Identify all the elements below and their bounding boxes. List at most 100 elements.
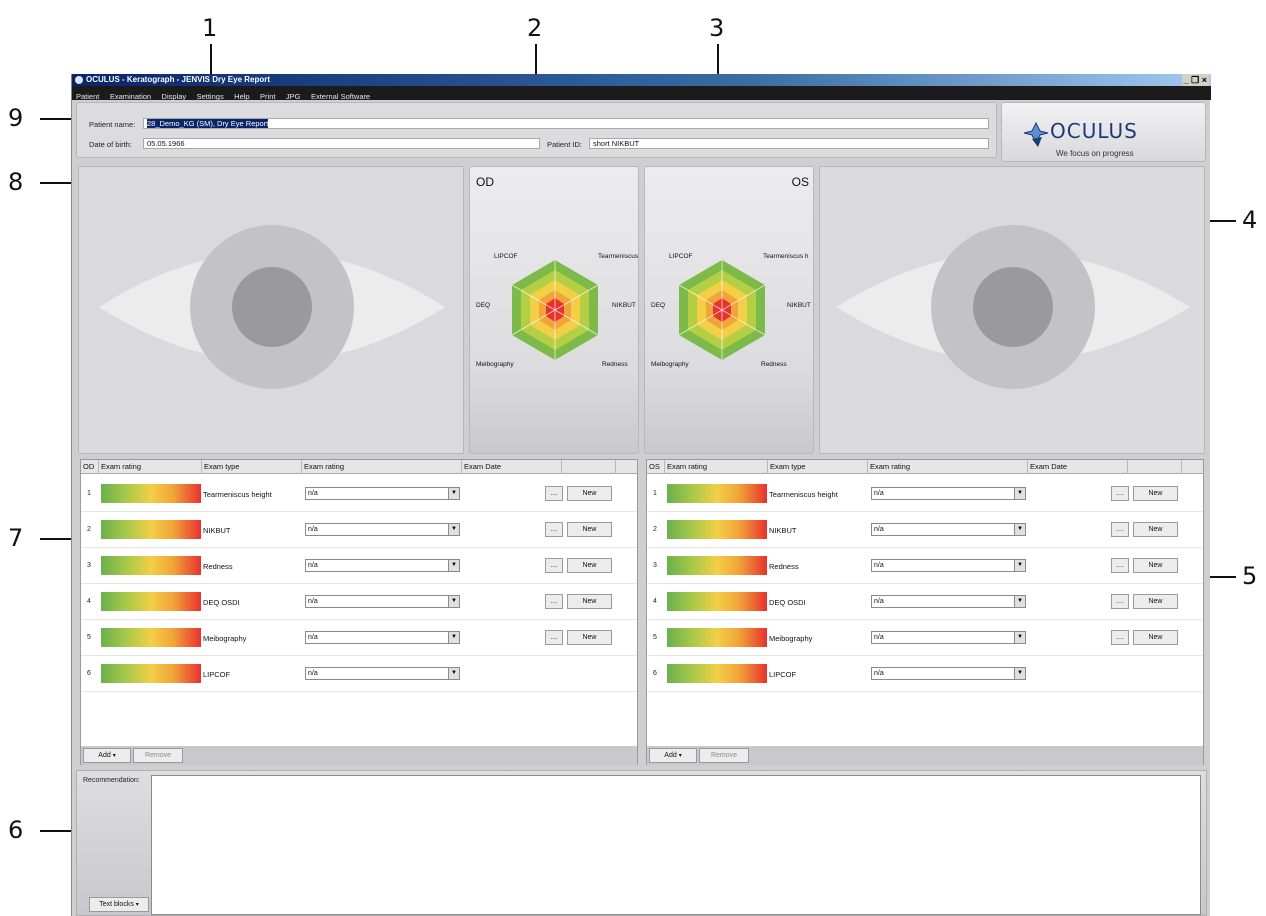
browse-button[interactable]: ... xyxy=(545,486,563,501)
radar-os-chart xyxy=(678,260,766,360)
exam-rating-select[interactable]: n/a ▼ xyxy=(871,595,1026,608)
col-exam-rating[interactable]: Exam rating xyxy=(665,460,768,474)
dropdown-arrow-icon[interactable]: ▼ xyxy=(448,524,459,535)
select-value: n/a xyxy=(874,526,884,533)
recommendation-textarea[interactable] xyxy=(151,775,1201,915)
dropdown-arrow-icon[interactable]: ▼ xyxy=(1014,668,1025,679)
browse-button[interactable]: ... xyxy=(1111,594,1129,609)
table-row[interactable]: 1 Tearmeniscus height n/a ▼ ... New xyxy=(647,476,1203,512)
table-row[interactable]: 6 LIPCOF n/a ▼ xyxy=(81,656,637,692)
new-button[interactable]: New xyxy=(567,486,612,501)
table-row[interactable]: 1 Tearmeniscus height n/a ▼ ... New xyxy=(81,476,637,512)
exam-rating-select[interactable]: n/a ▼ xyxy=(871,559,1026,572)
browse-button[interactable]: ... xyxy=(1111,486,1129,501)
patient-id-field[interactable]: short NIKBUT xyxy=(589,138,989,149)
col-exam-date[interactable]: Exam Date xyxy=(1028,460,1128,474)
exam-rating-select[interactable]: n/a ▼ xyxy=(305,631,460,644)
exam-rating-select[interactable]: n/a ▼ xyxy=(305,487,460,500)
exam-type: Meibography xyxy=(769,634,813,643)
col-actions[interactable] xyxy=(562,460,616,474)
new-button[interactable]: New xyxy=(567,522,612,537)
rating-bar xyxy=(667,484,767,503)
patient-name-field[interactable]: 28_Demo_KG (SM), Dry Eye Report xyxy=(143,118,989,129)
dropdown-arrow-icon[interactable]: ▼ xyxy=(1014,596,1025,607)
col-exam-type[interactable]: Exam type xyxy=(768,460,868,474)
dropdown-arrow-icon[interactable]: ▼ xyxy=(448,560,459,571)
new-button[interactable]: New xyxy=(567,594,612,609)
row-number: 1 xyxy=(653,490,657,497)
browse-button[interactable]: ... xyxy=(1111,522,1129,537)
dropdown-arrow-icon[interactable]: ▼ xyxy=(448,596,459,607)
rating-bar xyxy=(667,628,767,647)
dropdown-arrow-icon[interactable]: ▼ xyxy=(1014,488,1025,499)
chevron-down-icon[interactable]: ▾ xyxy=(679,753,682,759)
exam-rating-select[interactable]: n/a ▼ xyxy=(871,631,1026,644)
dob-field[interactable]: 05.05.1966 xyxy=(143,138,540,149)
col-exam-rating-2[interactable]: Exam rating xyxy=(868,460,1028,474)
row-number: 5 xyxy=(653,634,657,641)
exam-rating-select[interactable]: n/a ▼ xyxy=(871,667,1026,680)
col-actions[interactable] xyxy=(1128,460,1182,474)
dropdown-arrow-icon[interactable]: ▼ xyxy=(1014,560,1025,571)
callout-3: 3 xyxy=(709,14,725,42)
browse-button[interactable]: ... xyxy=(545,522,563,537)
new-button[interactable]: New xyxy=(1133,630,1178,645)
dropdown-arrow-icon[interactable]: ▼ xyxy=(448,668,459,679)
new-button[interactable]: New xyxy=(567,630,612,645)
exam-rating-select[interactable]: n/a ▼ xyxy=(871,523,1026,536)
new-button[interactable]: New xyxy=(1133,486,1178,501)
remove-button[interactable]: Remove xyxy=(699,748,749,763)
dropdown-arrow-icon[interactable]: ▼ xyxy=(448,632,459,643)
chevron-down-icon[interactable]: ▾ xyxy=(113,753,116,759)
select-value: n/a xyxy=(308,562,318,569)
exam-rating-select[interactable]: n/a ▼ xyxy=(305,559,460,572)
col-exam-rating[interactable]: Exam rating xyxy=(99,460,202,474)
table-row[interactable]: 6 LIPCOF n/a ▼ xyxy=(647,656,1203,692)
remove-button[interactable]: Remove xyxy=(133,748,183,763)
callout-7: 7 xyxy=(8,524,24,552)
col-od[interactable]: OD xyxy=(81,460,99,474)
new-button[interactable]: New xyxy=(1133,594,1178,609)
browse-button[interactable]: ... xyxy=(545,558,563,573)
select-value: n/a xyxy=(308,670,318,677)
dropdown-arrow-icon[interactable]: ▼ xyxy=(1014,632,1025,643)
select-value: n/a xyxy=(874,562,884,569)
row-number: 6 xyxy=(653,670,657,677)
table-row[interactable]: 5 Meibography n/a ▼ ... New xyxy=(647,620,1203,656)
new-button[interactable]: New xyxy=(567,558,612,573)
text-blocks-button[interactable]: Text blocks ▾ xyxy=(89,897,149,912)
col-os[interactable]: OS xyxy=(647,460,665,474)
table-row[interactable]: 4 DEQ OSDI n/a ▼ ... New xyxy=(81,584,637,620)
window-controls[interactable]: _ ❒ × xyxy=(1181,74,1209,86)
exam-rating-select[interactable]: n/a ▼ xyxy=(305,523,460,536)
exam-table-os: OS Exam rating Exam type Exam rating Exa… xyxy=(646,459,1204,765)
new-button[interactable]: New xyxy=(1133,558,1178,573)
window-title: OCULUS - Keratograph - JENVIS Dry Eye Re… xyxy=(86,75,271,84)
col-exam-rating-2[interactable]: Exam rating xyxy=(302,460,462,474)
table-row[interactable]: 5 Meibography n/a ▼ ... New xyxy=(81,620,637,656)
browse-button[interactable]: ... xyxy=(545,594,563,609)
exam-type: DEQ OSDI xyxy=(769,598,806,607)
table-row[interactable]: 3 Redness n/a ▼ ... New xyxy=(81,548,637,584)
dropdown-arrow-icon[interactable]: ▼ xyxy=(448,488,459,499)
col-exam-date[interactable]: Exam Date xyxy=(462,460,562,474)
exam-type: Tearmeniscus height xyxy=(203,490,272,499)
table-row[interactable]: 4 DEQ OSDI n/a ▼ ... New xyxy=(647,584,1203,620)
exam-rating-select[interactable]: n/a ▼ xyxy=(305,595,460,608)
new-button[interactable]: New xyxy=(1133,522,1178,537)
row-number: 4 xyxy=(653,598,657,605)
add-button[interactable]: Add ▾ xyxy=(649,748,697,763)
browse-button[interactable]: ... xyxy=(545,630,563,645)
dropdown-arrow-icon[interactable]: ▼ xyxy=(1014,524,1025,535)
add-button[interactable]: Add ▾ xyxy=(83,748,131,763)
exam-table-od-footer: Add ▾ Remove xyxy=(81,746,637,765)
browse-button[interactable]: ... xyxy=(1111,558,1129,573)
table-row[interactable]: 2 NIKBUT n/a ▼ ... New xyxy=(81,512,637,548)
browse-button[interactable]: ... xyxy=(1111,630,1129,645)
chevron-down-icon[interactable]: ▾ xyxy=(136,902,139,908)
exam-rating-select[interactable]: n/a ▼ xyxy=(871,487,1026,500)
table-row[interactable]: 2 NIKBUT n/a ▼ ... New xyxy=(647,512,1203,548)
exam-rating-select[interactable]: n/a ▼ xyxy=(305,667,460,680)
col-exam-type[interactable]: Exam type xyxy=(202,460,302,474)
table-row[interactable]: 3 Redness n/a ▼ ... New xyxy=(647,548,1203,584)
